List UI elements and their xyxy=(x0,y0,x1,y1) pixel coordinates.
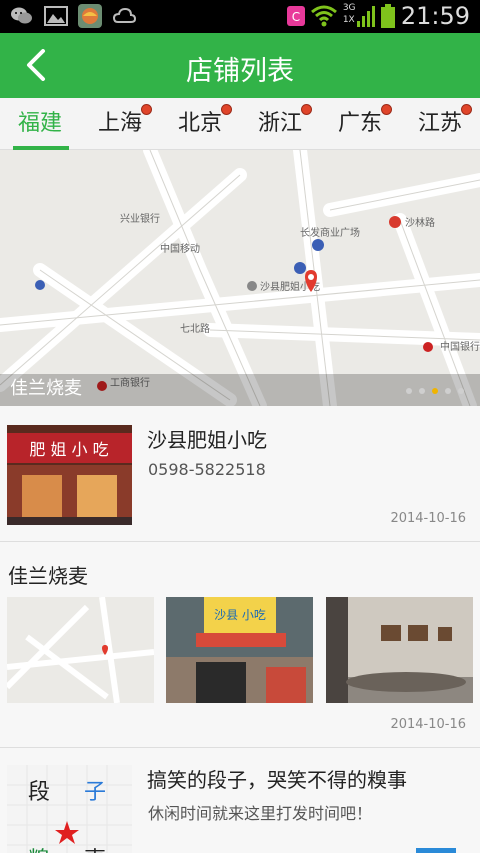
map-banner[interactable]: 兴业银行 长发商业广场 沙林路 中国银行 中国移动 七北路 工商银行 沙县肥姐小… xyxy=(0,150,480,406)
status-bar: C 3G 1X 21:59 xyxy=(0,0,480,33)
battery-icon xyxy=(380,4,395,28)
carousel-indicator xyxy=(406,388,464,394)
map-label: 兴业银行 xyxy=(120,212,160,225)
tab-badge xyxy=(141,104,152,115)
shop-photo: 沙县 小吃 xyxy=(166,597,313,703)
tab-label: 广东 xyxy=(337,111,382,136)
map-label: 中国银行 xyxy=(440,340,480,353)
tab-fujian[interactable]: 福建 xyxy=(0,98,80,150)
network-label-2: 1X xyxy=(342,15,355,25)
tab-badge xyxy=(461,104,472,115)
app-icon xyxy=(78,4,102,28)
shop-sign: 沙县 小吃 xyxy=(214,608,266,622)
shop-list-item[interactable]: 肥 姐 小 吃 沙县肥姐小吃 0598-5822518 2014-10-16 xyxy=(0,406,480,542)
tab-badge xyxy=(301,104,312,115)
post-char: 事 xyxy=(84,848,106,853)
region-tab-bar: 福建 上海 北京 浙江 广东 江苏 xyxy=(0,98,480,150)
map-image: 兴业银行 长发商业广场 沙林路 中国银行 中国移动 七北路 工商银行 沙县肥姐小… xyxy=(0,150,480,406)
clock: 21:59 xyxy=(400,2,470,30)
map-label: 沙林路 xyxy=(405,216,435,229)
tab-label: 上海 xyxy=(97,111,142,136)
carousel-dot xyxy=(445,388,451,394)
post-title: 搞笑的段子，哭笑不得的糗事 xyxy=(147,768,407,792)
wechat-icon xyxy=(11,7,32,24)
post-description: 休闲时间就来这里打发时间吧！ xyxy=(148,804,373,823)
tab-label: 江苏 xyxy=(417,111,462,136)
network-label: 3G xyxy=(342,3,356,13)
carousel-dot xyxy=(406,388,412,394)
shop-list-item[interactable]: 段 子 糗 事 搞笑的段子，哭笑不得的糗事 休闲时间就来这里打发时间吧！ xyxy=(0,748,480,853)
page-title: 店铺列表 xyxy=(186,56,294,87)
tab-badge xyxy=(221,104,232,115)
tab-label: 福建 xyxy=(17,111,62,136)
map-label: 七北路 xyxy=(180,322,210,335)
tab-guangdong[interactable]: 广东 xyxy=(320,98,400,150)
notification-icon: C xyxy=(286,6,305,26)
tab-badge xyxy=(381,104,392,115)
wifi-icon xyxy=(310,5,337,27)
tab-zhejiang[interactable]: 浙江 xyxy=(240,98,320,150)
shop-photo xyxy=(326,597,473,703)
map-thumbnail xyxy=(7,597,154,703)
map-label: 长发商业广场 xyxy=(300,226,360,239)
post-date: 2014-10-16 xyxy=(390,717,466,732)
weather-icon xyxy=(112,7,136,23)
carousel-dot xyxy=(458,388,464,394)
svg-text:C: C xyxy=(292,10,300,24)
gallery-icon xyxy=(44,6,68,26)
carousel-dot-active xyxy=(432,388,438,394)
tab-label: 浙江 xyxy=(257,111,302,136)
banner-caption: 佳兰烧麦 xyxy=(10,378,82,399)
shop-photo: 肥 姐 小 吃 xyxy=(7,425,132,525)
tab-shanghai[interactable]: 上海 xyxy=(80,98,160,150)
post-image: 段 子 糗 事 xyxy=(7,765,132,853)
post-date: 2014-10-16 xyxy=(390,511,466,526)
shop-title: 沙县肥姐小吃 xyxy=(147,428,267,452)
tab-jiangsu[interactable]: 江苏 xyxy=(400,98,480,150)
signal-icon: 3G 1X xyxy=(343,3,375,29)
tag-badge xyxy=(416,848,456,853)
post-char: 糗 xyxy=(28,848,50,853)
post-char: 子 xyxy=(84,780,106,805)
title-bar: 店铺列表 xyxy=(0,33,480,98)
shop-phone: 0598-5822518 xyxy=(148,460,266,479)
tab-label: 北京 xyxy=(177,111,222,136)
carousel-dot xyxy=(419,388,425,394)
map-label: 中国移动 xyxy=(160,242,200,255)
shop-sign: 肥 姐 小 吃 xyxy=(29,440,108,459)
post-char: 段 xyxy=(28,780,50,805)
tab-beijing[interactable]: 北京 xyxy=(160,98,240,150)
shop-list-item[interactable]: 佳兰烧麦 沙县 小吃 2014-10-16 xyxy=(0,542,480,748)
shop-title: 佳兰烧麦 xyxy=(8,564,88,588)
